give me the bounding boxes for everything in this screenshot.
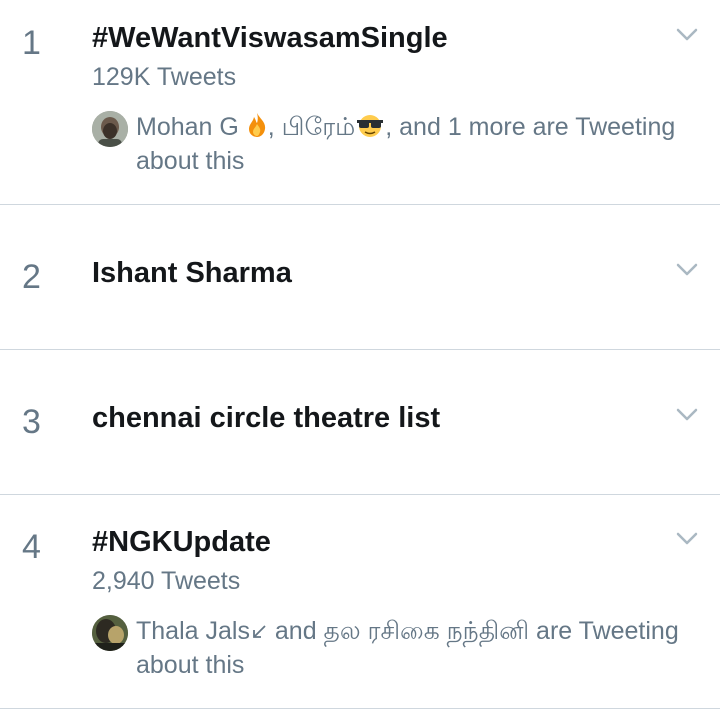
trends-list: 1 #WeWantViswasamSingle 129K Tweets Moha… [0,0,720,709]
tweeting-text: Thala Jals and தல ரசிகை நந்தினி are Twee… [136,614,700,682]
chevron-down-icon[interactable] [676,408,698,422]
chevron-down-icon[interactable] [676,263,698,277]
tweet-count: 129K Tweets [92,63,237,91]
sunglasses-emoji-icon [357,115,384,137]
trend-rank: 2 [22,258,41,296]
trend-item-3[interactable]: 3 chennai circle theatre list [0,350,720,495]
user-name[interactable]: , பிரேம் [268,113,355,141]
trend-rank: 3 [22,403,41,441]
trend-title[interactable]: #NGKUpdate [92,526,271,559]
user-name[interactable]: Thala Jals [136,617,250,645]
trend-item-1[interactable]: 1 #WeWantViswasamSingle 129K Tweets Moha… [0,0,720,205]
fire-emoji-icon [248,113,265,137]
tweeting-about[interactable]: Mohan G , பிரேம் , and 1 more are Tweeti… [92,110,700,178]
trend-title[interactable]: #WeWantViswasamSingle [92,22,448,55]
user-name[interactable]: Mohan G [136,113,246,141]
trend-rank: 1 [22,24,41,62]
tweeting-about[interactable]: Thala Jals and தல ரசிகை நந்தினி are Twee… [92,614,700,682]
trend-title[interactable]: chennai circle theatre list [92,402,440,435]
trend-item-2[interactable]: 2 Ishant Sharma [0,205,720,350]
trend-item-4[interactable]: 4 #NGKUpdate 2,940 Tweets Thala Jals and… [0,495,720,709]
trend-title[interactable]: Ishant Sharma [92,257,292,290]
avatar[interactable] [92,615,128,651]
chevron-down-icon[interactable] [676,532,698,546]
avatar[interactable] [92,111,128,147]
tweet-count: 2,940 Tweets [92,567,241,595]
trend-rank: 4 [22,528,41,566]
chevron-down-icon[interactable] [676,28,698,42]
arrow-down-left-icon [253,625,266,638]
tweeting-text: Mohan G , பிரேம் , and 1 more are Tweeti… [136,110,700,178]
